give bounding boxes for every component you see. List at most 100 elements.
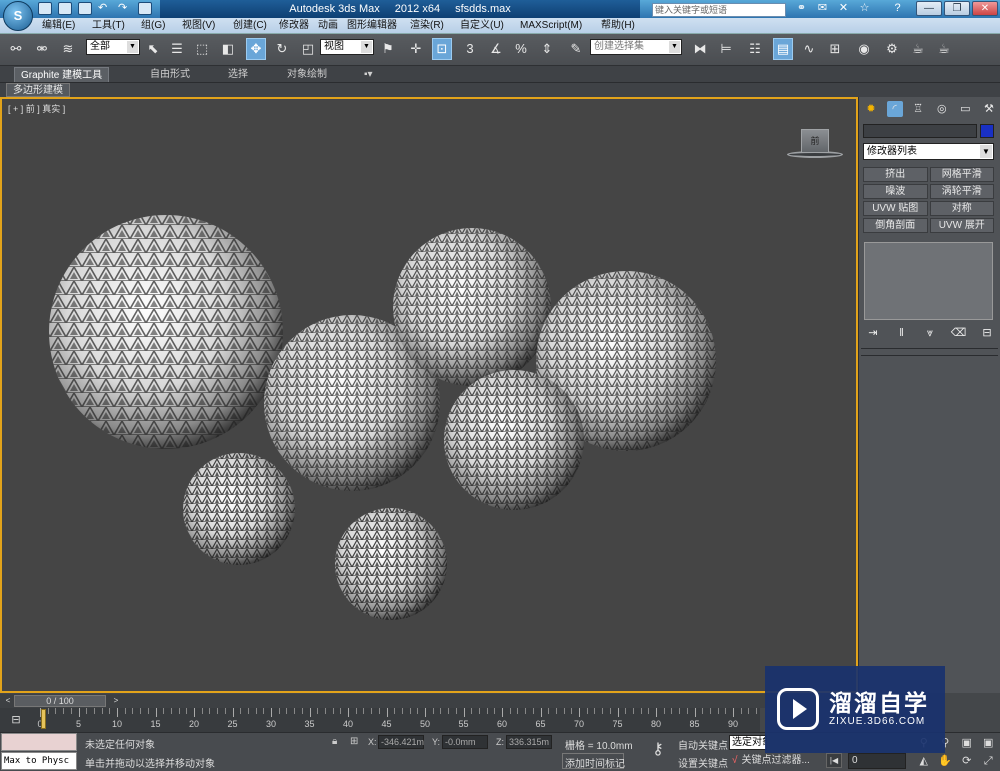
time-slider[interactable]: < 0 / 100 > (0, 694, 858, 708)
zoom-extents-all-icon[interactable]: ▣ (979, 735, 999, 751)
align-icon[interactable]: ⊨ (716, 38, 736, 60)
modifier-bevel-profile-button[interactable]: 倒角剖面 (863, 218, 928, 233)
show-end-result-icon[interactable]: ‖ (892, 325, 912, 341)
help-icon[interactable]: ? (891, 2, 904, 15)
edit-named-selection-icon[interactable]: ✎ (566, 38, 586, 60)
schematic-view-icon[interactable]: ⊞ (825, 38, 845, 60)
help-search-input[interactable]: 键入关键字或短语 (652, 3, 786, 17)
sphere-large-left[interactable] (49, 215, 283, 449)
pivot-center-icon[interactable]: ⚑ (378, 38, 398, 60)
modifier-unwrap-uvw-button[interactable]: UVW 展开 (929, 218, 994, 233)
select-and-rotate-icon[interactable]: ↻ (272, 38, 292, 60)
select-and-scale-icon[interactable]: ◰ (298, 38, 318, 60)
object-color-swatch[interactable] (980, 124, 994, 138)
menu-maxscript[interactable]: MAXScript(M) (520, 19, 582, 33)
favorites-star-icon[interactable]: ☆ (858, 2, 871, 15)
polygon-modeling-panel[interactable]: 多边形建模 (6, 83, 70, 97)
minimize-button[interactable]: — (916, 1, 942, 16)
set-key-icon[interactable]: ⚷ (646, 739, 670, 759)
y-coordinate-field[interactable]: -0.0mm (442, 735, 488, 749)
reference-coordinate-dropdown[interactable]: 视图 ▼ (320, 39, 374, 55)
render-production-icon[interactable]: ☕ (934, 38, 954, 60)
menu-tools[interactable]: 工具(T) (92, 19, 125, 33)
sphere-small-left[interactable] (183, 453, 295, 565)
modifier-uvw-map-button[interactable]: UVW 贴图 (863, 201, 928, 216)
percent-snap-icon[interactable]: % (511, 38, 531, 60)
key-filters-button[interactable]: √ 关键点过滤器... (732, 753, 810, 769)
window-crossing-icon[interactable]: ◧ (218, 38, 238, 60)
restore-button[interactable]: ❐ (944, 1, 970, 16)
menu-modifiers[interactable]: 修改器 (279, 19, 309, 33)
project-folder-icon[interactable] (138, 2, 152, 15)
menu-animation[interactable]: 动画 (318, 19, 338, 33)
menu-help[interactable]: 帮助(H) (601, 19, 635, 33)
select-and-move-icon[interactable]: ✥ (246, 38, 266, 60)
sphere-small-bottom[interactable] (335, 508, 447, 620)
set-key-button[interactable]: 设置关键点 (678, 755, 728, 770)
sphere-objects[interactable] (2, 99, 856, 691)
tab-object-paint[interactable]: 对象绘制 (281, 67, 333, 82)
app-logo-button[interactable]: S (3, 1, 33, 31)
maximize-viewport-icon[interactable]: ⤢ (979, 753, 999, 769)
motion-tab-icon[interactable]: ◎ (934, 101, 950, 117)
zoom-extents-icon[interactable]: ▣ (957, 735, 977, 751)
tab-freeform[interactable]: 自由形式 (144, 67, 196, 82)
pan-hand-icon[interactable]: ✋ (936, 753, 956, 769)
redo-icon[interactable]: ↷ (118, 2, 132, 15)
orbit-icon[interactable]: ⟳ (957, 753, 977, 769)
rectangular-selection-icon[interactable]: ⬚ (192, 38, 212, 60)
unlink-icon[interactable]: ⚮ (32, 38, 52, 60)
make-unique-icon[interactable]: ⩔ (920, 325, 940, 341)
track-bar-time-cursor[interactable] (41, 709, 46, 729)
menu-edit[interactable]: 编辑(E) (42, 19, 75, 33)
select-manipulate-icon[interactable]: ✛ (406, 38, 426, 60)
time-slider-next-icon[interactable]: > (110, 695, 122, 707)
time-slider-thumb[interactable]: 0 / 100 (14, 695, 106, 707)
configure-modifier-sets-icon[interactable]: ⊟ (977, 325, 997, 341)
menu-views[interactable]: 视图(V) (182, 19, 215, 33)
create-tab-icon[interactable]: ✹ (863, 101, 879, 117)
time-slider-prev-icon[interactable]: < (2, 695, 14, 707)
named-selection-dropdown[interactable]: 创建选择集 ▼ (590, 39, 682, 55)
modifier-meshsmooth-button[interactable]: 网格平滑 (929, 167, 994, 182)
modifier-list-dropdown[interactable]: 修改器列表 ▼ (863, 143, 994, 160)
save-file-icon[interactable] (78, 2, 92, 15)
ribbon-options-icon[interactable]: ▪▾ (358, 67, 379, 82)
material-editor-icon[interactable]: ◉ (854, 38, 874, 60)
sphere-middle-right[interactable] (444, 370, 584, 510)
object-name-input[interactable] (863, 124, 977, 138)
remove-modifier-icon[interactable]: ⌫ (949, 325, 969, 341)
viewcube[interactable]: 前 (787, 129, 843, 163)
communication-center-icon[interactable]: ✕ (837, 2, 850, 15)
render-setup-icon[interactable]: ⚙ (882, 38, 902, 60)
graphite-toggle-icon[interactable]: ▤ (773, 38, 793, 60)
mirror-icon[interactable]: ⧓ (690, 38, 710, 60)
select-by-name-icon[interactable]: ☰ (167, 38, 187, 60)
snaps-toggle-icon[interactable]: 3 (460, 38, 480, 60)
layer-manager-icon[interactable]: ☷ (745, 38, 765, 60)
open-file-icon[interactable] (58, 2, 72, 15)
menu-customize[interactable]: 自定义(U) (460, 19, 504, 33)
modifier-symmetry-button[interactable]: 对称 (929, 201, 994, 216)
sphere-top-center[interactable] (393, 228, 551, 386)
current-frame-input[interactable]: 0 (848, 753, 906, 769)
field-of-view-icon[interactable]: ◭ (914, 753, 934, 769)
selection-filter-dropdown[interactable]: 全部 ▼ (86, 39, 140, 55)
undo-icon[interactable]: ↶ (98, 2, 112, 15)
track-bar-curve-editor-icon[interactable]: ⊟ (6, 712, 26, 728)
tab-selection[interactable]: 选择 (222, 67, 254, 82)
modifier-extrude-button[interactable]: 挤出 (863, 167, 928, 182)
new-file-icon[interactable] (38, 2, 52, 15)
maxscript-listener-input[interactable] (1, 733, 77, 751)
select-and-link-icon[interactable]: ⚯ (6, 38, 26, 60)
menu-create[interactable]: 创建(C) (233, 19, 267, 33)
auto-key-button[interactable]: 自动关键点 (678, 737, 728, 752)
utilities-tab-icon[interactable]: ⚒ (981, 101, 997, 117)
hierarchy-tab-icon[interactable]: ♖ (910, 101, 926, 117)
bind-space-warp-icon[interactable]: ≋ (58, 38, 78, 60)
front-viewport[interactable]: [ + ] 前 ] 真实 ] 前 (0, 97, 858, 769)
modify-tab-icon[interactable]: ◜ (886, 101, 903, 117)
pin-stack-icon[interactable]: ⇥ (863, 325, 883, 341)
display-tab-icon[interactable]: ▭ (957, 101, 973, 117)
curve-editor-icon[interactable]: ∿ (799, 38, 819, 60)
